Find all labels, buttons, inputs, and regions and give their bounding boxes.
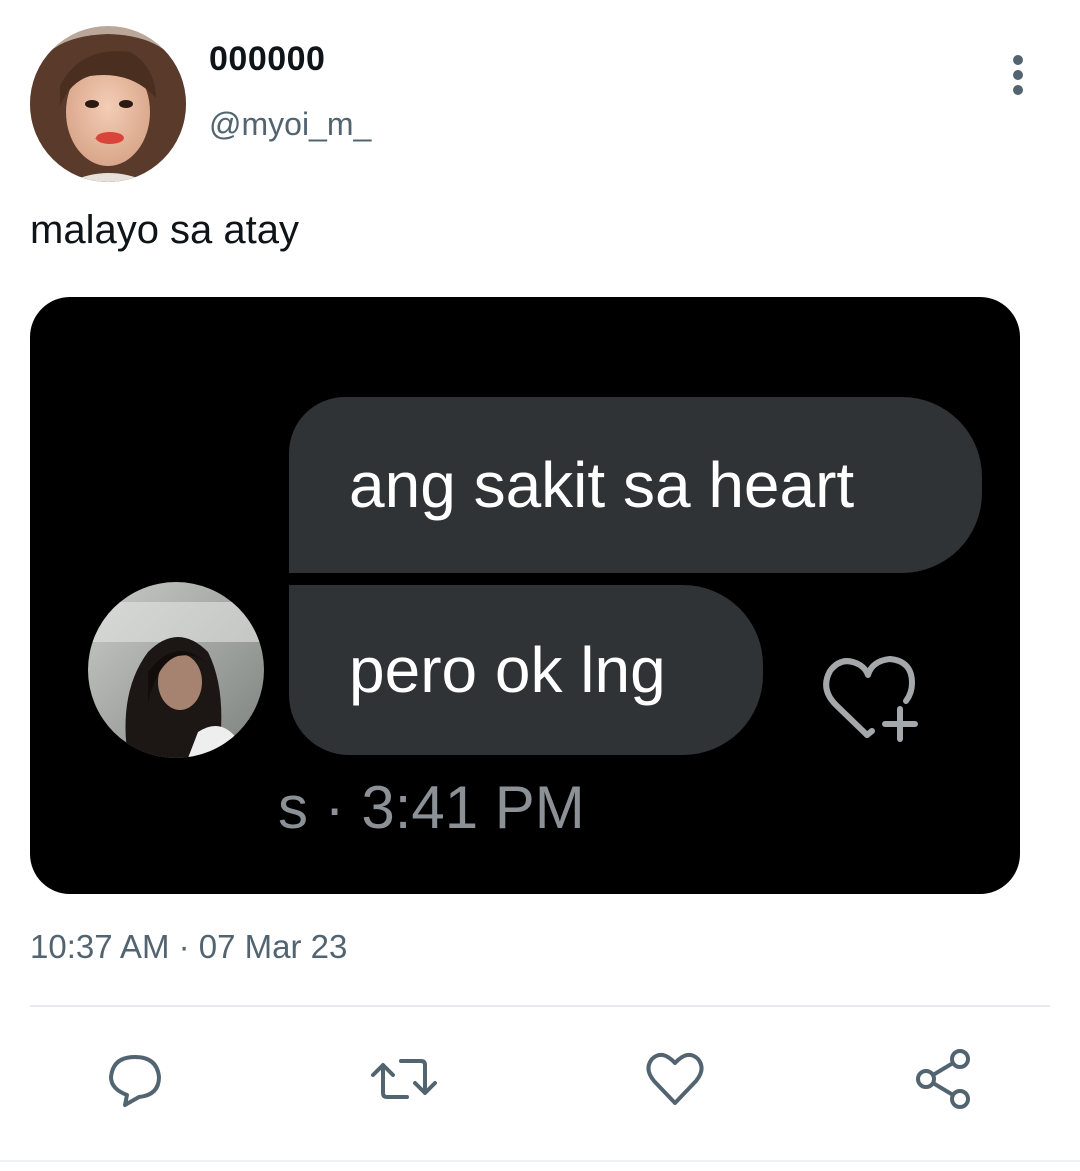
like-button[interactable]: [640, 1044, 710, 1114]
tweet-detail: 000000 @myoi_m_ malayo sa atay ang sakit…: [0, 0, 1080, 1171]
tweet-text: malayo sa atay: [30, 208, 300, 252]
user-handle[interactable]: @myoi_m_: [209, 106, 371, 143]
divider: [0, 1160, 1080, 1162]
display-name[interactable]: 000000: [209, 40, 325, 79]
message-bubble: pero ok lng: [289, 585, 763, 755]
message-bubble: ang sakit sa heart: [289, 397, 982, 573]
share-button[interactable]: [909, 1044, 979, 1114]
retweet-button[interactable]: [369, 1044, 439, 1114]
more-options-icon[interactable]: [1000, 52, 1036, 98]
heart-icon: [646, 1052, 704, 1105]
tweet-timestamp[interactable]: 10:37 AM · 07 Mar 23: [30, 928, 347, 966]
divider: [30, 1005, 1050, 1007]
profile-avatar[interactable]: [30, 26, 186, 182]
share-icon: [916, 1049, 970, 1109]
message-meta: s · 3:41 PM: [278, 774, 585, 841]
dm-avatar: [88, 582, 264, 758]
tweet-media-image[interactable]: ang sakit sa heart pero ok lng s · 3:41 …: [30, 297, 1020, 894]
retweet-icon: [371, 1059, 437, 1099]
heart-plus-icon: [812, 647, 922, 747]
comment-icon: [109, 1055, 161, 1107]
reply-button[interactable]: [100, 1044, 170, 1114]
